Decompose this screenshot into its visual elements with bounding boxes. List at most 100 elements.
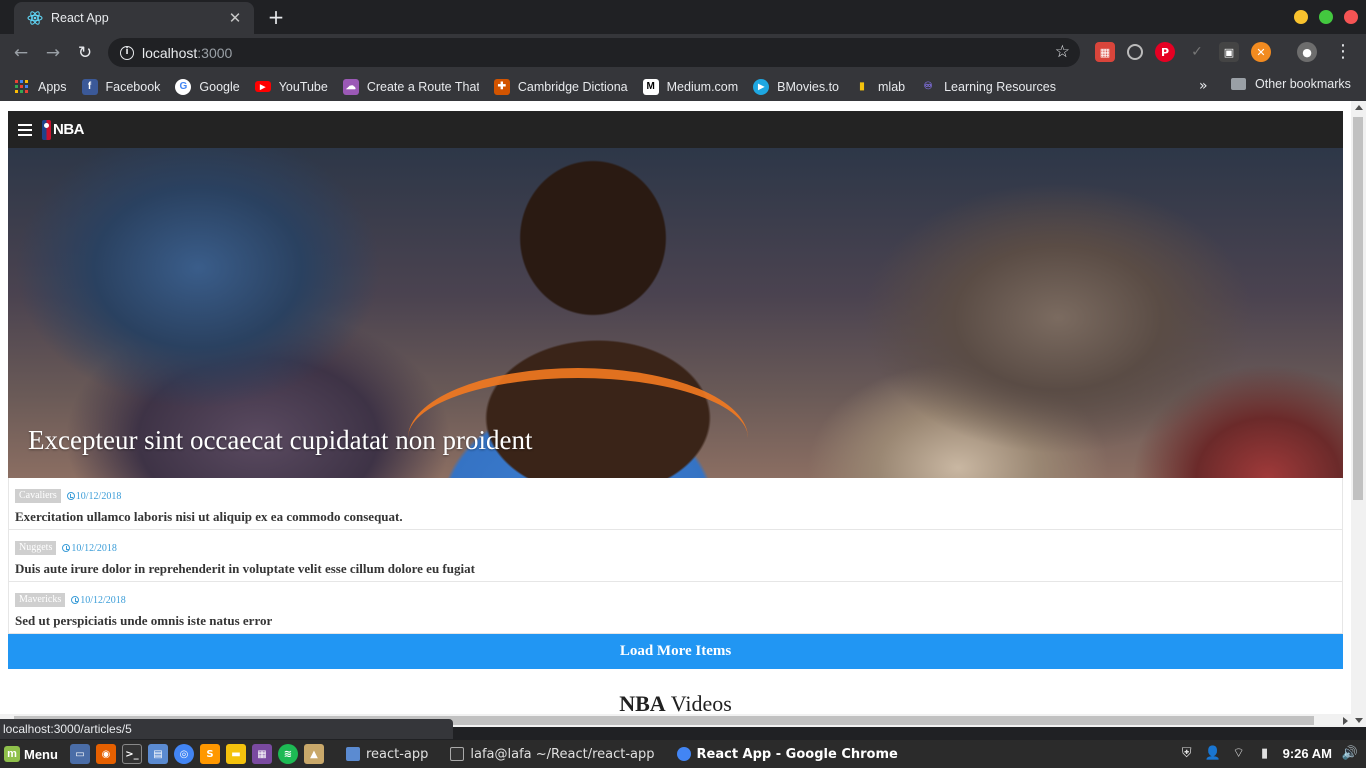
other-bookmarks[interactable]: Other bookmarks (1231, 77, 1351, 91)
terminal-icon (450, 747, 465, 761)
news-meta: Mavericks 10/12/2018 (15, 592, 1336, 608)
news-title[interactable]: Duis aute irure dolor in reprehenderit i… (15, 561, 1336, 577)
reload-icon[interactable]: ↻ (74, 42, 96, 64)
sublime-icon[interactable]: S (199, 744, 220, 764)
info-icon[interactable]: i (120, 45, 134, 60)
date-text: 10/12/2018 (75, 490, 122, 502)
extension-red-icon[interactable]: ▦ (1095, 42, 1115, 62)
hero-slide[interactable]: Excepteur sint occaecat cupidatat non pr… (8, 148, 1343, 478)
site-header: NBA (8, 111, 1343, 148)
extensions: ▦ P ✓ ▣ ✕ ● (1095, 42, 1317, 62)
news-item[interactable]: Mavericks 10/12/2018 Sed ut perspiciatis… (9, 582, 1342, 634)
pinterest-icon[interactable]: P (1155, 42, 1175, 62)
bookmarks-bar: Apps f Facebook G Google ▶ YouTube ☁ Cre… (0, 72, 1366, 101)
date-text: 10/12/2018 (80, 594, 126, 606)
show-desktop-icon[interactable]: ▭ (69, 744, 90, 764)
chrome-launcher-icon[interactable]: ◎ (173, 744, 194, 764)
page-viewport: NBA Excepteur sint occaecat cupidatat no… (0, 101, 1366, 727)
target-extension-icon[interactable] (1127, 44, 1143, 60)
bookmark-cambridge[interactable]: ✚ Cambridge Dictiona (493, 78, 628, 95)
news-title[interactable]: Exercitation ullamco laboris nisi ut ali… (15, 509, 1336, 525)
bookmark-youtube[interactable]: ▶ YouTube (254, 80, 328, 94)
task-label: react-app (365, 746, 429, 762)
video-icon[interactable]: ▦ (251, 744, 272, 764)
clock-time[interactable]: 9:26 AM (1283, 746, 1332, 761)
taskbar-item-terminal[interactable]: lafa@lafa ~/React/react-app (450, 746, 655, 762)
hero-image-detail (408, 368, 748, 478)
spotify-icon[interactable]: ≋ (277, 744, 298, 764)
more-bookmarks-chevron-icon[interactable]: » (1199, 78, 1208, 94)
notes-icon[interactable]: ▬ (225, 744, 246, 764)
cloud-icon: ☁ (342, 78, 359, 95)
files-icon[interactable]: ▤ (147, 744, 168, 764)
bookmark-learning-resources[interactable]: ♾ Learning Resources (920, 79, 1056, 95)
minimize-button[interactable] (1294, 10, 1308, 24)
maximize-button[interactable] (1319, 10, 1333, 24)
back-arrow-icon[interactable]: ← (10, 42, 32, 64)
close-window-button[interactable] (1344, 10, 1358, 24)
scroll-up-arrow-icon[interactable] (1355, 105, 1363, 110)
profile-avatar[interactable]: ● (1297, 42, 1317, 62)
bookmark-mlab[interactable]: ▮ mlab (854, 79, 905, 95)
scroll-down-arrow-icon[interactable] (1355, 718, 1363, 723)
firefox-icon[interactable]: ◉ (95, 744, 116, 764)
bookmark-facebook[interactable]: f Facebook (81, 78, 161, 95)
bookmark-create-a-route[interactable]: ☁ Create a Route That (342, 78, 479, 95)
check-extension-icon[interactable]: ✓ (1187, 42, 1207, 62)
learning-icon: ♾ (923, 81, 933, 92)
os-taskbar: m Menu ▭ ◉ >_ ▤ ◎ S ▬ ▦ ≋ ▲ react-app la… (0, 740, 1366, 768)
address-bar[interactable]: i localhost:3000 ☆ (108, 38, 1080, 67)
orange-extension-icon[interactable]: ✕ (1251, 42, 1271, 62)
vertical-scroll-thumb[interactable] (1353, 117, 1363, 500)
start-menu-button[interactable]: m Menu (4, 746, 58, 762)
folder-icon (345, 747, 360, 761)
tab-close-icon[interactable]: ✕ (226, 9, 244, 27)
battery-icon[interactable]: ▮ (1257, 745, 1273, 761)
wifi-icon[interactable]: ⌔ (1231, 745, 1247, 761)
new-tab-button[interactable]: + (264, 6, 288, 30)
news-date: 10/12/2018 (62, 543, 117, 554)
forward-arrow-icon[interactable]: → (42, 42, 64, 64)
bookmark-label: Cambridge Dictiona (517, 79, 628, 94)
url-host: localhost (142, 44, 198, 61)
clock-icon (71, 596, 80, 604)
clock-icon (66, 492, 75, 500)
logo-text: NBA (53, 121, 85, 138)
news-meta: Nuggets 10/12/2018 (15, 540, 1336, 556)
news-date: 10/12/2018 (66, 490, 122, 502)
hamburger-menu-icon[interactable] (18, 123, 32, 136)
scroll-right-arrow-icon[interactable] (1343, 717, 1348, 725)
image-viewer-icon[interactable]: ▲ (303, 744, 324, 764)
bookmark-apps[interactable]: Apps (14, 79, 67, 95)
nba-logo[interactable]: NBA (42, 119, 85, 140)
task-label: lafa@lafa ~/React/react-app (470, 746, 655, 762)
terminal-launcher-icon[interactable]: >_ (121, 744, 142, 764)
bookmark-label: Facebook (105, 79, 161, 94)
volume-icon[interactable]: 🔊 (1342, 745, 1358, 761)
bookmark-medium[interactable]: M Medium.com (642, 78, 738, 95)
taskbar-item-chrome[interactable]: React App - Google Chrome (676, 747, 898, 762)
bookmark-label: Google (199, 79, 240, 94)
vertical-scrollbar[interactable] (1351, 101, 1366, 727)
load-more-button[interactable]: Load More Items (8, 634, 1343, 669)
bookmark-bmovies[interactable]: ▶ BMovies.to (753, 78, 839, 95)
browser-tab-react-app[interactable]: React App ✕ (14, 2, 254, 34)
bookmark-star-icon[interactable]: ☆ (1055, 42, 1070, 62)
news-meta: Cavaliers 10/12/2018 (15, 488, 1336, 504)
dark-extension-icon[interactable]: ▣ (1219, 42, 1239, 62)
news-item[interactable]: Nuggets 10/12/2018 Duis aute irure dolor… (9, 530, 1342, 582)
news-item[interactable]: Cavaliers 10/12/2018 Exercitation ullamc… (9, 478, 1342, 530)
window-controls (1294, 10, 1358, 24)
tab-title: React App (51, 11, 109, 25)
news-title[interactable]: Sed ut perspiciatis unde omnis iste natu… (15, 613, 1336, 629)
bookmark-google[interactable]: G Google (175, 78, 240, 95)
mlab-icon: ▮ (859, 81, 865, 92)
browser-menu-icon[interactable]: ⋮ (1334, 42, 1352, 62)
nba-logo-mark (42, 119, 51, 140)
taskbar-item-react-app-folder[interactable]: react-app (345, 746, 429, 762)
hero-caption[interactable]: Excepteur sint occaecat cupidatat non pr… (28, 425, 533, 456)
shield-icon[interactable]: ⛨ (1179, 745, 1195, 761)
user-icon[interactable]: 👤 (1205, 745, 1221, 761)
videos-heading-bold: NBA (619, 691, 666, 716)
play-icon: ▶ (753, 78, 770, 95)
